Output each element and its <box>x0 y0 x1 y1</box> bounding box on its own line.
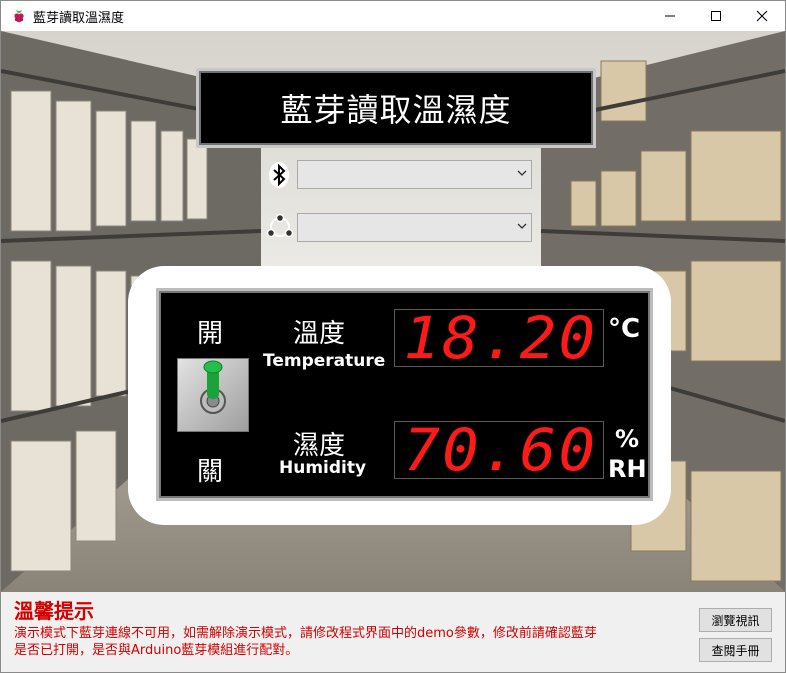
maximize-button[interactable] <box>693 1 739 31</box>
network-nodes-icon <box>266 214 294 238</box>
humidity-unit-percent: % <box>615 425 640 453</box>
minimize-button[interactable] <box>647 1 693 31</box>
humidity-display: 70.60 <box>394 416 604 484</box>
humidity-label-en: Humidity <box>279 458 367 478</box>
port-select[interactable] <box>297 213 532 242</box>
notice-title: 溫馨提示 <box>14 599 94 623</box>
bluetooth-device-select[interactable] <box>297 160 532 189</box>
maximize-icon <box>711 11 721 21</box>
close-icon <box>756 10 768 22</box>
temperature-label-en: Temperature <box>263 351 386 371</box>
notice-line-2: 是否已打開，是否與Arduino藍芽模組進行配對。 <box>14 643 299 658</box>
title-bar: 藍芽讀取溫濕度 <box>1 1 785 31</box>
notice-body: 演示模式下藍芽連線不可用，如需解除演示模式，請修改程式界面中的demo參數，修改… <box>14 625 694 659</box>
window-title: 藍芽讀取溫濕度 <box>33 11 125 26</box>
raspberry-app-icon <box>14 10 24 23</box>
temperature-value: 18.20 <box>403 304 598 372</box>
chevron-down-icon <box>517 223 527 229</box>
switch-off-label: 關 <box>197 457 224 487</box>
temperature-display: 18.20 <box>394 304 604 372</box>
close-button[interactable] <box>739 1 785 31</box>
chevron-down-icon <box>517 170 527 176</box>
open-manual-button[interactable]: 查閱手冊 <box>699 638 772 662</box>
toggle-switch-icon <box>200 360 226 414</box>
switch-on-label: 開 <box>197 319 224 349</box>
humidity-label-cn: 濕度 <box>293 431 346 461</box>
humidity-value: 70.60 <box>403 416 598 484</box>
humidity-unit-rh: RH <box>608 455 647 483</box>
temperature-unit: °C <box>608 314 641 344</box>
notice-line-1: 演示模式下藍芽連線不可用，如需解除演示模式，請修改程式界面中的demo參數，修改… <box>14 626 597 641</box>
app-banner-title: 藍芽讀取溫濕度 <box>196 68 596 148</box>
browse-video-button[interactable]: 瀏覽視訊 <box>699 608 772 632</box>
power-toggle-switch[interactable] <box>177 358 249 432</box>
minimize-icon <box>665 15 675 17</box>
app-window: 藍芽讀取溫濕度 藍芽讀取溫濕度 開 關 溫度 Temperature 18.20… <box>0 0 786 673</box>
temperature-label-cn: 溫度 <box>293 319 346 349</box>
bluetooth-icon <box>269 162 289 188</box>
